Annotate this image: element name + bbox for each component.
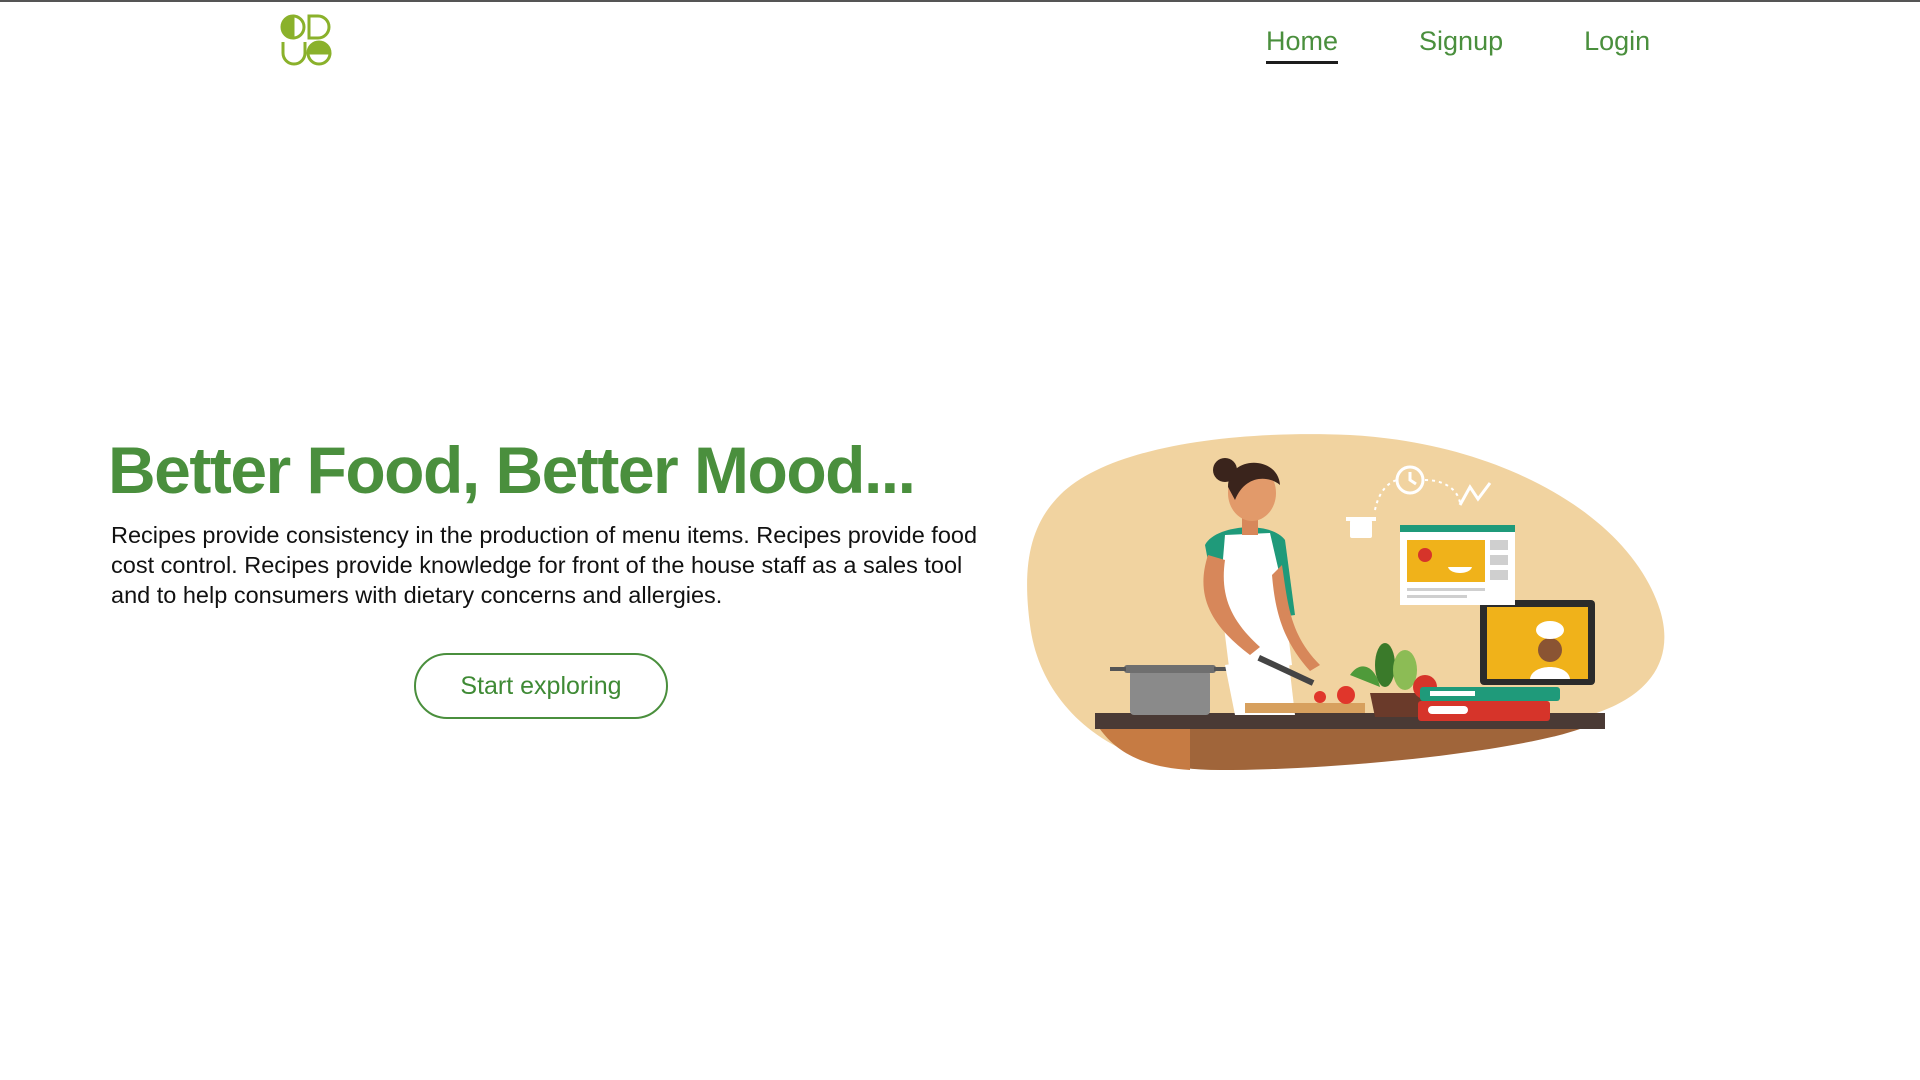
main-nav: Home Signup Login [1266,26,1650,64]
nav-login-link[interactable]: Login [1584,26,1650,64]
small-pot-icon [1346,517,1376,538]
laptop-chef-icon [1480,600,1595,685]
recipe-window-icon [1400,525,1515,605]
cooking-illustration [1027,434,1665,770]
hero-description: Recipes provide consistency in the produ… [111,522,978,608]
books-icon [1418,687,1560,721]
nav-home-link[interactable]: Home [1266,26,1339,64]
nav-signup-link[interactable]: Signup [1419,26,1503,64]
cutting-board [1245,703,1365,713]
start-exploring-button[interactable]: Start exploring [414,653,668,719]
hero-title: Better Food, Better Mood... [108,433,916,507]
top-border [0,0,1920,2]
logo-icon[interactable] [280,13,332,67]
